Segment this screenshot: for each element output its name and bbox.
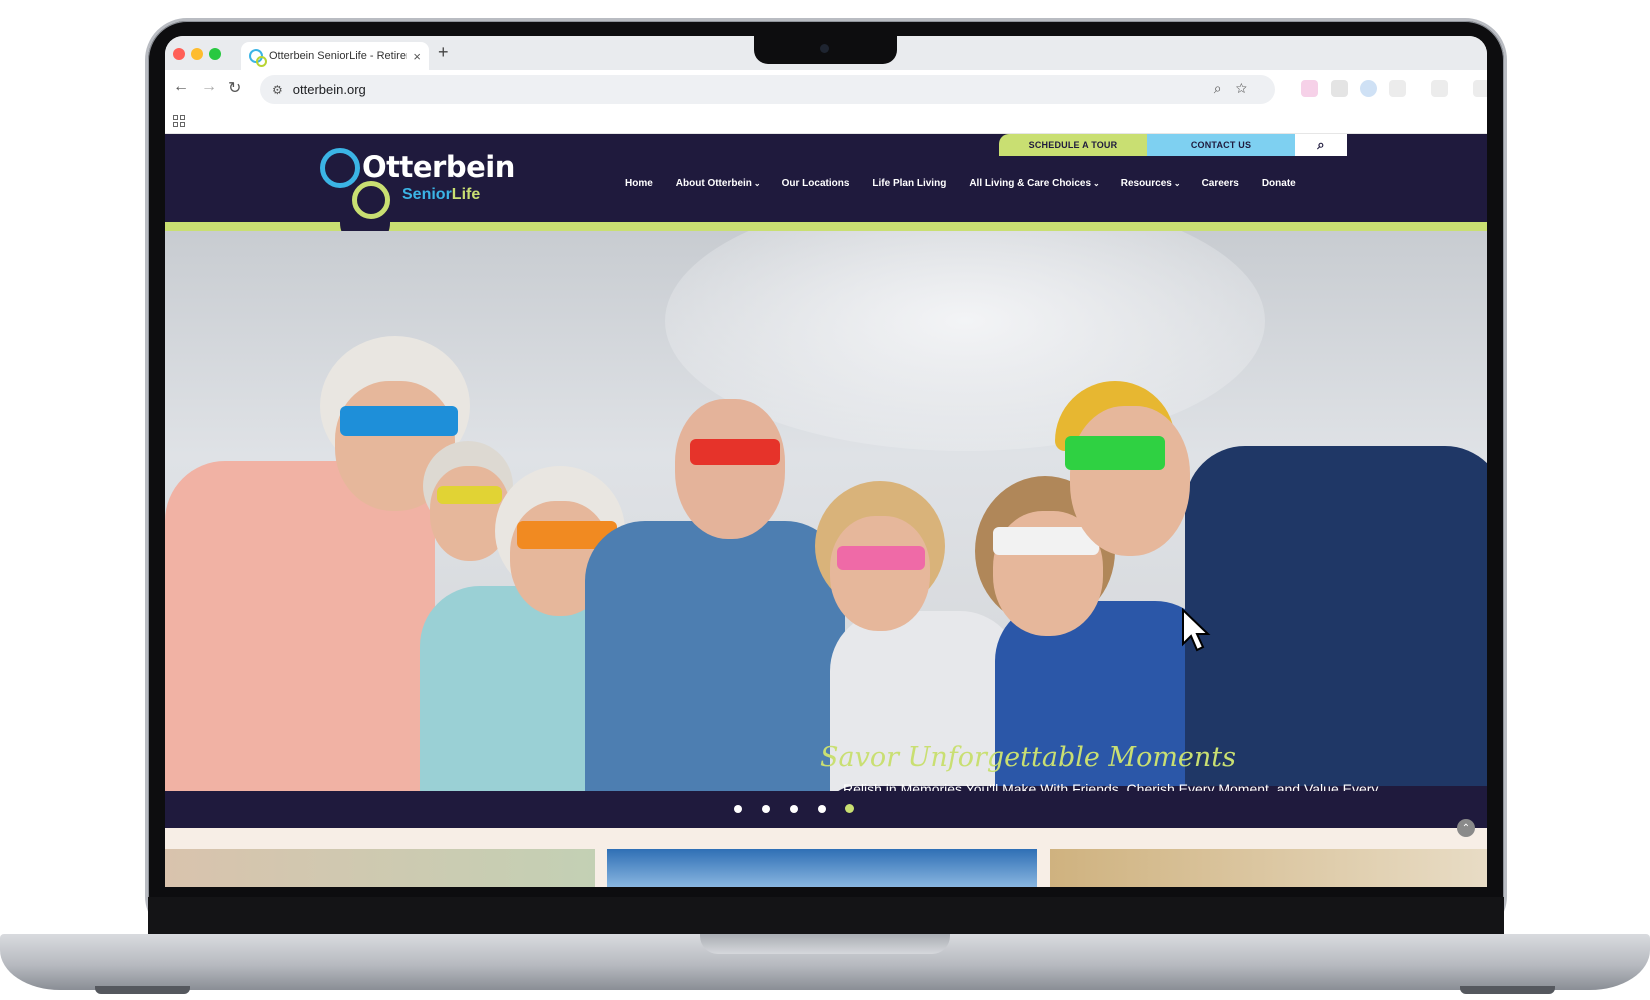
minimize-window-icon[interactable] — [191, 48, 203, 60]
laptop-foot-left — [95, 986, 190, 994]
hero-title: Savor Unforgettable Moments — [820, 742, 1237, 773]
chevron-down-icon: ⌄ — [1093, 179, 1100, 188]
extension-pink-icon[interactable] — [1301, 80, 1318, 97]
laptop-lid-groove — [700, 934, 950, 954]
camera-icon — [820, 44, 829, 53]
tab-title: Otterbein SeniorLife - Retirem — [269, 50, 408, 62]
person-navy-jacket — [1185, 446, 1487, 791]
green-sunglasses — [1065, 436, 1165, 470]
logo-wordmark: Otterbein — [362, 150, 515, 184]
apps-grid-icon[interactable] — [173, 115, 185, 127]
address-bar[interactable]: ⚙ otterbein.org ⌕☆ — [260, 75, 1275, 104]
forward-icon[interactable]: → — [201, 78, 217, 96]
extensions-puzzle-icon[interactable] — [1389, 80, 1406, 97]
bookmarks-bar — [165, 108, 1487, 134]
back-icon[interactable]: ← — [173, 78, 189, 96]
otterbein-logo[interactable]: Otterbein SeniorLife — [320, 148, 515, 228]
white-sunglasses — [993, 527, 1099, 555]
laptop-foot-right — [1460, 986, 1555, 994]
feature-image-2[interactable] — [607, 849, 1037, 887]
slider-dot-2[interactable] — [762, 805, 770, 813]
blue-sunglasses — [340, 406, 458, 436]
maximize-window-icon[interactable] — [209, 48, 221, 60]
screen: Otterbein SeniorLife - Retirem × + ← → ↻… — [165, 36, 1487, 887]
slider-dot-1[interactable] — [734, 805, 742, 813]
nav-about-otterbein[interactable]: About Otterbein ⌄ — [676, 178, 761, 189]
browser-toolbar: ← → ↻ ⚙ otterbein.org ⌕☆ — [165, 70, 1487, 108]
logo-ring-lime — [352, 181, 390, 219]
nav-our-locations[interactable]: Our Locations — [782, 178, 852, 189]
person-denim-shirt — [585, 521, 845, 791]
laptop-bezel — [148, 897, 1504, 937]
red-sunglasses — [690, 439, 780, 465]
main-nav: Home About Otterbein ⌄ Our Locations Life… — [625, 178, 1319, 189]
reading-mode-icon[interactable] — [1431, 80, 1448, 97]
site-info-icon[interactable]: ⚙ — [272, 83, 283, 97]
logo-subtitle: SeniorLife — [402, 186, 481, 203]
feature-image-1[interactable] — [165, 849, 595, 887]
camera-extension-icon[interactable] — [1331, 80, 1348, 97]
utility-bar: SCHEDULE A TOUR CONTACT US ⌕ — [999, 134, 1347, 156]
search-icon[interactable]: ⌕ — [1295, 134, 1347, 156]
slider-dot-3[interactable] — [790, 805, 798, 813]
nav-life-plan-living[interactable]: Life Plan Living — [872, 178, 948, 189]
logo-ring-blue — [320, 148, 360, 188]
url-text[interactable]: otterbein.org — [293, 82, 366, 97]
browser-tab[interactable]: Otterbein SeniorLife - Retirem × — [241, 42, 429, 70]
hero-image — [165, 231, 1487, 791]
pink-sunglasses — [837, 546, 925, 570]
schedule-tour-button[interactable]: SCHEDULE A TOUR — [999, 134, 1147, 156]
nav-donate[interactable]: Donate — [1262, 178, 1298, 189]
nav-home[interactable]: Home — [625, 178, 655, 189]
download-icon[interactable] — [1473, 80, 1487, 97]
nav-resources[interactable]: Resources ⌄ — [1121, 178, 1181, 189]
close-window-icon[interactable] — [173, 48, 185, 60]
extension-blue-icon[interactable] — [1360, 80, 1377, 97]
contact-us-button[interactable]: CONTACT US — [1147, 134, 1295, 156]
slider-dot-5[interactable] — [845, 804, 854, 813]
zoom-bookmark-icons[interactable]: ⌕☆ — [1214, 80, 1261, 97]
reload-icon[interactable]: ↻ — [228, 78, 241, 98]
nav-all-living-care-choices[interactable]: All Living & Care Choices ⌄ — [969, 178, 1099, 189]
feature-strip — [165, 828, 1487, 887]
tab-close-icon[interactable]: × — [413, 49, 421, 64]
scroll-to-top-icon[interactable]: ⌃ — [1457, 819, 1475, 837]
new-tab-icon[interactable]: + — [438, 42, 449, 63]
nav-careers[interactable]: Careers — [1202, 178, 1241, 189]
feature-image-3[interactable] — [1050, 849, 1487, 887]
camera-notch — [754, 36, 897, 64]
slider-pagination — [165, 791, 1487, 828]
otterbein-favicon-icon — [249, 49, 267, 67]
slider-dot-4[interactable] — [818, 805, 826, 813]
chevron-down-icon: ⌄ — [1173, 179, 1181, 188]
chevron-down-icon: ⌄ — [753, 179, 761, 188]
